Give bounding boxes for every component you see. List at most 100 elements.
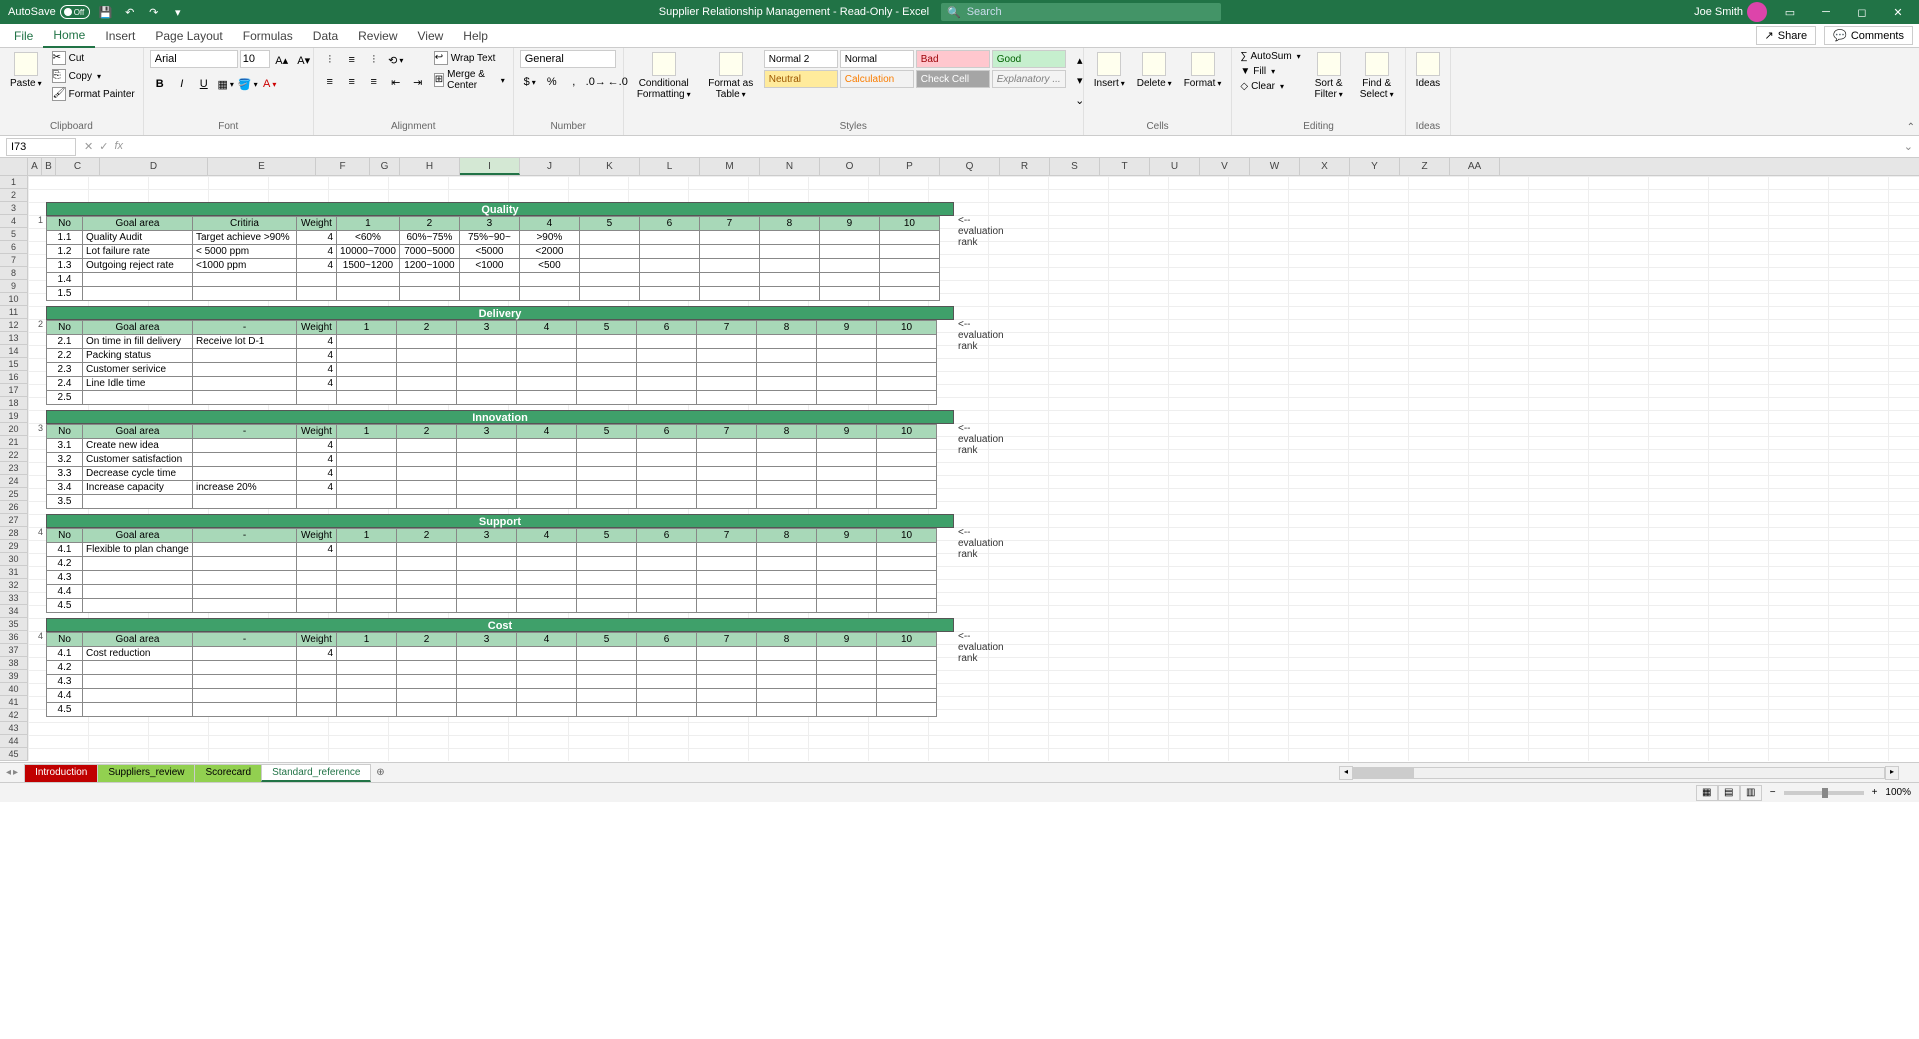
cell[interactable] <box>877 363 937 377</box>
cell[interactable] <box>697 661 757 675</box>
cell[interactable] <box>817 467 877 481</box>
cell[interactable] <box>517 543 577 557</box>
increase-decimal-icon[interactable]: .0→ <box>586 72 606 92</box>
cell[interactable] <box>397 349 457 363</box>
tab-review[interactable]: Review <box>348 25 407 47</box>
cell[interactable] <box>399 287 459 301</box>
cell[interactable] <box>877 557 937 571</box>
font-color-button[interactable]: A <box>260 74 280 94</box>
increase-font-icon[interactable]: A▴ <box>272 50 292 70</box>
cell[interactable] <box>759 287 819 301</box>
cell[interactable] <box>817 543 877 557</box>
percent-format-icon[interactable]: % <box>542 72 562 92</box>
cell[interactable] <box>577 675 637 689</box>
paste-button[interactable]: Paste <box>6 50 46 91</box>
column-header[interactable]: Z <box>1400 158 1450 175</box>
merge-center-button[interactable]: ⊞Merge & Center <box>432 68 507 92</box>
column-header[interactable]: I <box>460 158 520 175</box>
style-good[interactable]: Good <box>992 50 1066 68</box>
column-header[interactable]: W <box>1250 158 1300 175</box>
cell[interactable] <box>83 287 193 301</box>
cell[interactable] <box>757 467 817 481</box>
zoom-out-icon[interactable]: − <box>1770 787 1776 798</box>
cell[interactable] <box>879 287 939 301</box>
cell[interactable] <box>757 335 817 349</box>
cell[interactable] <box>337 453 397 467</box>
cell[interactable]: 3.3 <box>47 467 83 481</box>
cell[interactable] <box>457 391 517 405</box>
cell[interactable] <box>517 481 577 495</box>
cell[interactable] <box>517 689 577 703</box>
column-header[interactable]: L <box>640 158 700 175</box>
cell[interactable] <box>517 599 577 613</box>
cell[interactable]: Increase capacity <box>83 481 193 495</box>
cell[interactable] <box>757 543 817 557</box>
cell[interactable] <box>697 599 757 613</box>
zoom-level[interactable]: 100% <box>1885 787 1911 798</box>
cell[interactable] <box>819 287 879 301</box>
style-normal2[interactable]: Normal 2 <box>764 50 838 68</box>
cell[interactable] <box>757 349 817 363</box>
expand-formula-bar-icon[interactable]: ⌄ <box>1898 140 1919 153</box>
cell[interactable] <box>193 363 297 377</box>
align-bottom-icon[interactable]: ⫶ <box>364 50 384 70</box>
cell[interactable] <box>397 439 457 453</box>
cell[interactable] <box>397 571 457 585</box>
style-neutral[interactable]: Neutral <box>764 70 838 88</box>
cell[interactable]: >90% <box>519 231 579 245</box>
cell[interactable] <box>817 481 877 495</box>
row-header[interactable]: 7 <box>0 254 28 267</box>
cell[interactable] <box>193 453 297 467</box>
cell[interactable] <box>577 391 637 405</box>
scroll-left-icon[interactable]: ◂ <box>1339 766 1353 780</box>
cell[interactable]: 1.3 <box>47 259 83 273</box>
row-header[interactable]: 6 <box>0 241 28 254</box>
cell[interactable] <box>517 585 577 599</box>
cell[interactable]: 4 <box>297 647 337 661</box>
cell[interactable] <box>397 703 457 717</box>
fill-color-button[interactable]: 🪣 <box>238 74 258 94</box>
cell[interactable] <box>193 391 297 405</box>
cell[interactable] <box>517 391 577 405</box>
cut-button[interactable]: ✂Cut <box>50 50 137 66</box>
cell[interactable]: 4 <box>297 543 337 557</box>
cell[interactable] <box>577 453 637 467</box>
page-break-view-icon[interactable]: ▥ <box>1740 785 1762 801</box>
cell[interactable] <box>877 689 937 703</box>
ideas-button[interactable]: Ideas <box>1412 50 1444 91</box>
cell[interactable] <box>817 585 877 599</box>
qat-customize-icon[interactable]: ▾ <box>170 4 186 20</box>
find-select-button[interactable]: Find & Select <box>1355 50 1399 102</box>
cell[interactable] <box>697 689 757 703</box>
cell[interactable] <box>193 349 297 363</box>
cell[interactable] <box>577 467 637 481</box>
cell[interactable] <box>397 585 457 599</box>
cell[interactable]: 4.4 <box>47 689 83 703</box>
cell[interactable] <box>817 571 877 585</box>
sheet-nav-last-icon[interactable]: ▸ <box>13 767 18 778</box>
cell[interactable] <box>697 349 757 363</box>
cell[interactable] <box>297 585 337 599</box>
cell[interactable] <box>517 363 577 377</box>
cell[interactable] <box>637 391 697 405</box>
cell[interactable] <box>577 647 637 661</box>
tab-home[interactable]: Home <box>43 24 95 48</box>
row-header[interactable]: 45 <box>0 748 28 761</box>
cell[interactable] <box>517 647 577 661</box>
cell[interactable] <box>819 231 879 245</box>
cell[interactable] <box>337 557 397 571</box>
cell[interactable] <box>757 363 817 377</box>
sheet-tab-suppliers-review[interactable]: Suppliers_review <box>97 764 195 782</box>
maximize-icon[interactable]: ◻ <box>1849 2 1875 22</box>
cell[interactable] <box>457 467 517 481</box>
cell[interactable] <box>639 245 699 259</box>
row-header[interactable]: 11 <box>0 306 28 319</box>
cell[interactable] <box>519 273 579 287</box>
cell[interactable] <box>517 377 577 391</box>
cell[interactable] <box>457 599 517 613</box>
cell[interactable]: On time in fill delivery <box>83 335 193 349</box>
cell[interactable] <box>637 453 697 467</box>
cell[interactable] <box>817 453 877 467</box>
cell[interactable]: 2.3 <box>47 363 83 377</box>
row-header[interactable]: 23 <box>0 462 28 475</box>
